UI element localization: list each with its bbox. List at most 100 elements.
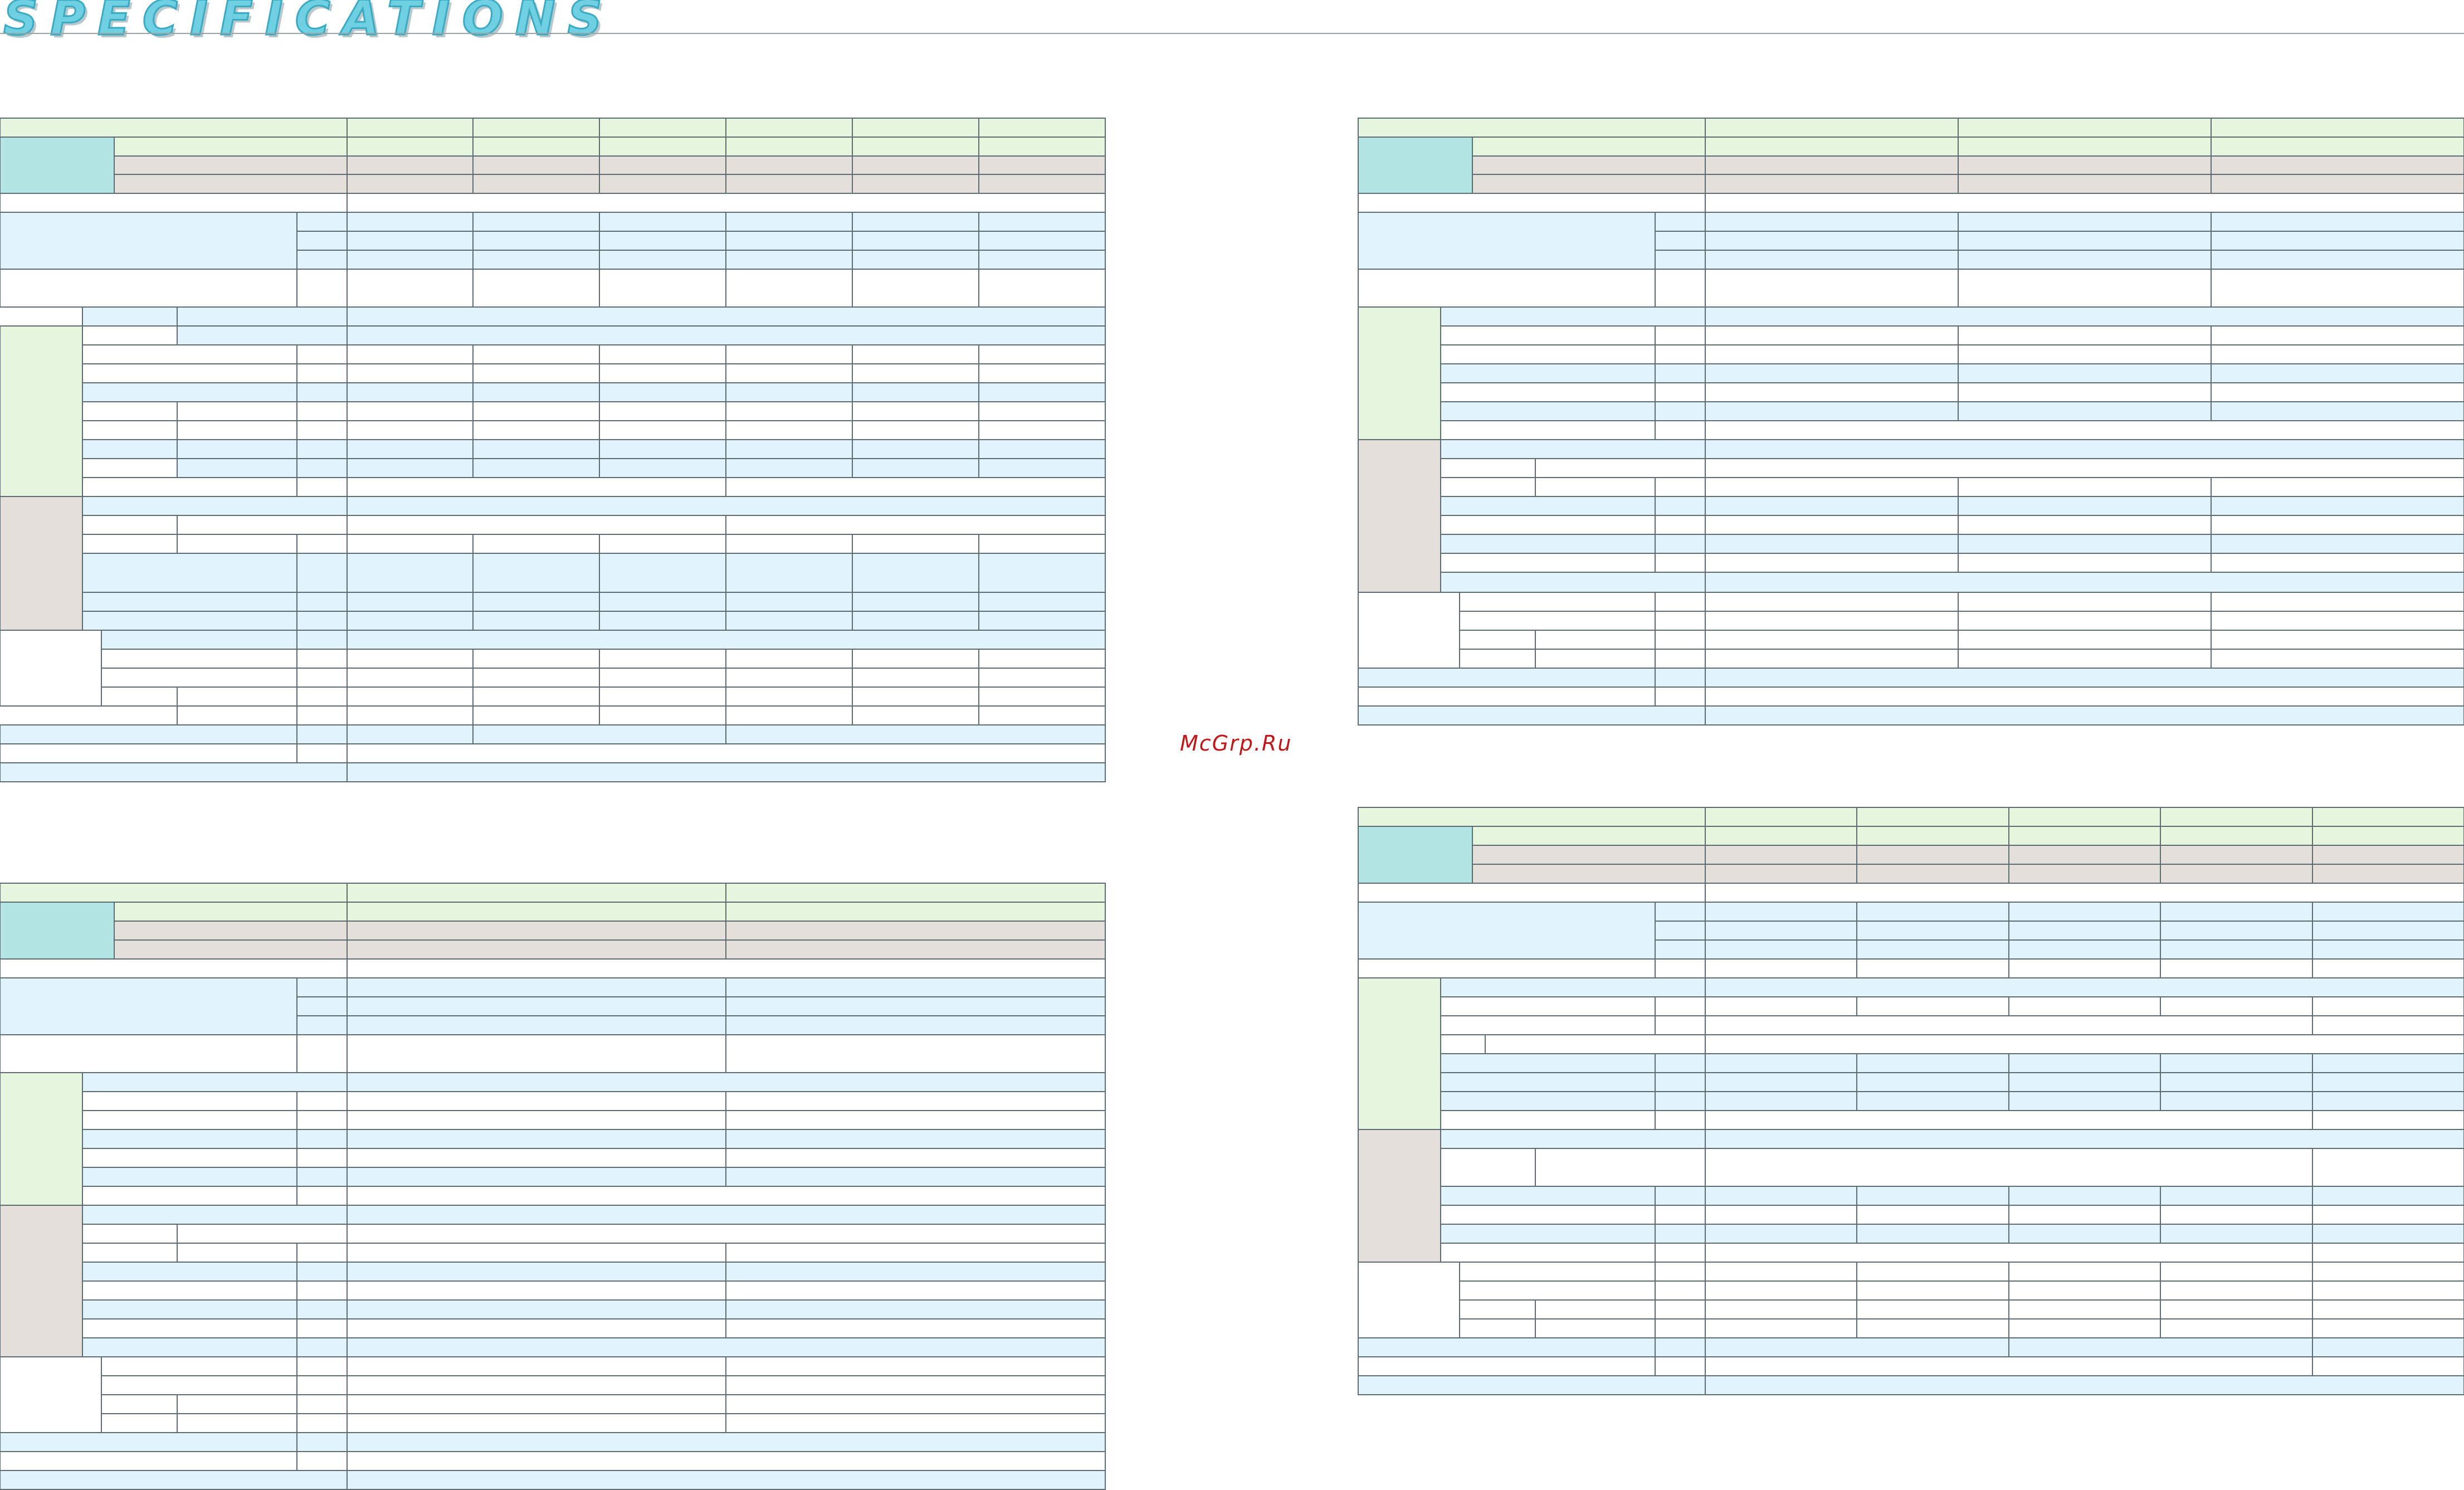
table-4-value-cell xyxy=(2312,1110,2464,1130)
table-4-group-block xyxy=(1358,1129,1441,1263)
table-4-label-cell xyxy=(1440,996,1656,1016)
table-4-value-cell xyxy=(2008,807,2161,827)
table-4-value-cell xyxy=(1705,1299,1857,1319)
table-4-label-cell xyxy=(1655,1205,1706,1225)
table-4-value-cell xyxy=(2312,1224,2464,1244)
table-4-label-cell xyxy=(1655,1053,1706,1073)
table-4-value-cell xyxy=(2008,996,2161,1016)
table-4-label-cell xyxy=(1440,1243,1656,1263)
table-4-label-cell xyxy=(1655,1110,1706,1130)
table-4-value-cell xyxy=(1856,1299,2009,1319)
spec-table-4 xyxy=(1358,807,2464,1395)
table-4-value-cell xyxy=(1705,939,1857,960)
table-4-value-cell xyxy=(1705,1224,1857,1244)
table-4-value-cell xyxy=(2312,826,2464,846)
table-4-value-cell xyxy=(1856,864,2009,884)
table-4-value-cell xyxy=(2008,1280,2161,1301)
table-4-value-cell xyxy=(2160,1186,2313,1206)
table-4-value-cell xyxy=(2008,1186,2161,1206)
table-4-value-cell xyxy=(1856,1280,2009,1301)
table-4-label-cell xyxy=(1440,1186,1656,1206)
table-4-label-cell xyxy=(1440,977,1706,997)
table-4-value-cell xyxy=(2312,864,2464,884)
table-4-value-cell xyxy=(2008,958,2161,978)
table-4-label-cell xyxy=(1358,958,1656,978)
table-4-label-cell xyxy=(1440,1091,1656,1111)
table-4-value-cell xyxy=(2312,1280,2464,1301)
table-4-value-cell xyxy=(1856,1091,2009,1111)
table-4-value-cell xyxy=(1705,826,1857,846)
table-4-value-cell xyxy=(1705,1243,2313,1263)
table-4-value-cell xyxy=(2160,996,2313,1016)
table-4-label-cell xyxy=(1459,1299,1536,1319)
table-4-value-cell xyxy=(2312,1205,2464,1225)
table-4-label-cell xyxy=(1655,939,1706,960)
table-4-value-cell xyxy=(2312,939,2464,960)
table-4-label-cell xyxy=(1655,1356,1706,1376)
table-4-label-cell xyxy=(1535,1299,1656,1319)
table-4-value-cell xyxy=(2312,958,2464,978)
table-4-value-cell xyxy=(2008,939,2161,960)
table-4-value-cell xyxy=(2160,1224,2313,1244)
table-4-value-cell xyxy=(1705,883,2464,903)
table-4-value-cell xyxy=(2312,1356,2464,1376)
table-4-value-cell xyxy=(1705,1318,1857,1338)
table-4-value-cell xyxy=(1705,1356,2313,1376)
table-4-label-cell xyxy=(1459,1280,1656,1301)
table-4-value-cell xyxy=(1856,1186,2009,1206)
table-4-value-cell xyxy=(2008,902,2161,922)
table-4-value-cell xyxy=(2008,826,2161,846)
table-4-value-cell xyxy=(1705,1072,1857,1092)
table-4-value-cell xyxy=(2008,1053,2161,1073)
table-4-value-cell xyxy=(1856,996,2009,1016)
table-4-value-cell xyxy=(2160,1072,2313,1092)
table-4-value-cell xyxy=(1705,864,1857,884)
table-4-value-cell xyxy=(2312,1053,2464,1073)
table-4-label-cell xyxy=(1655,958,1706,978)
table-4-value-cell xyxy=(2312,807,2464,827)
table-4-value-cell xyxy=(2312,1091,2464,1111)
table-4-label-cell xyxy=(1655,1280,1706,1301)
table-4-label-cell xyxy=(1459,1262,1656,1282)
table-4-value-cell xyxy=(2160,1299,2313,1319)
table-4-value-cell xyxy=(2008,845,2161,865)
table-4-label-cell xyxy=(1358,883,1706,903)
table-4-value-cell xyxy=(1705,1337,2009,1357)
table-4-group-block xyxy=(1358,1262,1460,1338)
table-4-label-cell xyxy=(1655,1091,1706,1111)
table-4-value-cell xyxy=(2008,1337,2313,1357)
table-4-value-cell xyxy=(1705,1129,2464,1149)
table-4-value-cell xyxy=(2008,1091,2161,1111)
table-4-group-block xyxy=(1358,902,1656,960)
table-4-value-cell xyxy=(1856,958,2009,978)
table-4-value-cell xyxy=(2008,1262,2161,1282)
table-4-label-cell xyxy=(1655,1318,1706,1338)
table-4-value-cell xyxy=(2008,1224,2161,1244)
table-4-value-cell xyxy=(2312,1015,2464,1035)
table-4-label-cell xyxy=(1358,1337,1656,1357)
table-4-label-cell xyxy=(1440,1072,1656,1092)
table-4-value-cell xyxy=(2160,921,2313,941)
table-4-value-cell xyxy=(1856,1205,2009,1225)
table-4-value-cell xyxy=(1705,902,1857,922)
table-4-label-cell xyxy=(1472,826,1706,846)
table-4-value-cell xyxy=(1705,845,1857,865)
table-4-label-cell xyxy=(1655,1015,1706,1035)
table-4-group-block xyxy=(1358,977,1441,1130)
table-4-value-cell xyxy=(1705,1186,1857,1206)
table-4-label-cell xyxy=(1440,1110,1656,1130)
table-4-value-cell xyxy=(1856,939,2009,960)
table-4-value-cell xyxy=(2312,845,2464,865)
table-4-value-cell xyxy=(1856,807,2009,827)
table-4-value-cell xyxy=(2160,1318,2313,1338)
table-4-label-cell xyxy=(1358,1375,1706,1395)
table-4-value-cell xyxy=(2160,807,2313,827)
table-4-value-cell xyxy=(1705,807,1857,827)
table-4-label-cell xyxy=(1440,1129,1706,1149)
table-4-value-cell xyxy=(2312,996,2464,1016)
table-4-label-cell xyxy=(1655,996,1706,1016)
table-4-value-cell xyxy=(2008,1072,2161,1092)
table-4-value-cell xyxy=(1856,1262,2009,1282)
table-4-value-cell xyxy=(2312,1243,2464,1263)
table-4-label-cell xyxy=(1655,1224,1706,1244)
